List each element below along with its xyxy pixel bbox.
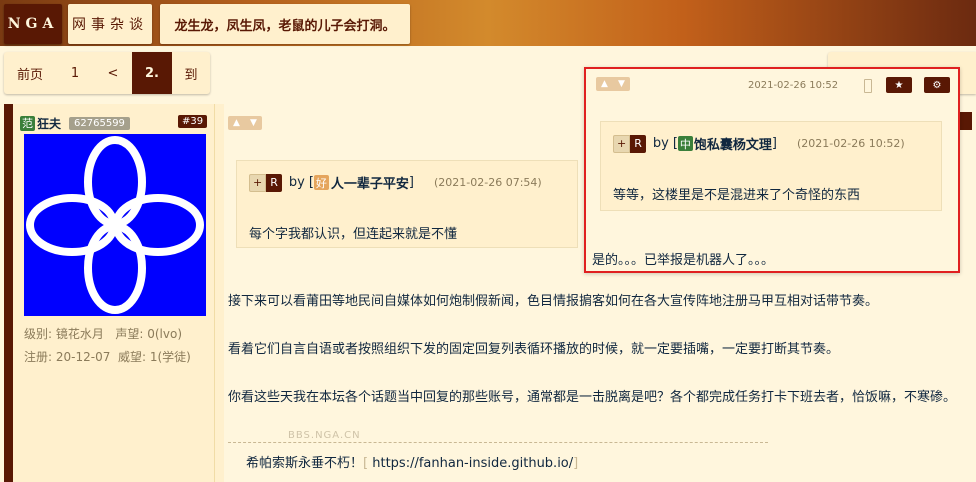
- prestige-value: 0(lvo): [147, 327, 182, 341]
- quote-user-name[interactable]: 人一辈子平安: [331, 173, 409, 192]
- quote-plus-button[interactable]: +: [249, 173, 267, 192]
- popup-quote-user-name[interactable]: 饱私囊杨文理: [694, 134, 772, 153]
- user-info-line-1: 级别: 镜花水月 声望: 0(lvo): [24, 325, 182, 342]
- watermark: BBS.NGA.CN: [288, 430, 361, 441]
- quote-reply-button[interactable]: R: [266, 173, 282, 192]
- pager-first-button[interactable]: 前页: [4, 52, 56, 94]
- quote-header: + R by [ 好 人一辈子平安 ] (2021-02-26 07:54): [249, 173, 542, 192]
- thumbs-down-icon[interactable]: ▼: [250, 118, 257, 128]
- popup-quote-plus-button[interactable]: +: [613, 134, 631, 153]
- pager-prev-button[interactable]: <: [94, 52, 132, 94]
- popup-quote-reply-button[interactable]: R: [630, 134, 646, 153]
- authority-label: 威望:: [117, 350, 147, 364]
- user-badge: 范: [20, 115, 35, 131]
- popup-reply-text: 是的。。。已举报是机器人了。。。: [592, 253, 775, 268]
- settings-button[interactable]: ⚙: [924, 77, 950, 93]
- pager-current-page[interactable]: 2.: [132, 52, 172, 94]
- signature-link[interactable]: https://fanhan-inside.github.io/: [372, 456, 573, 471]
- avatar[interactable]: [24, 134, 206, 316]
- user-pane: 范 狂夫 62765599 #39 级别: 镜花水月 声望: 0(lvo) 注册…: [14, 104, 215, 482]
- avatar-clover-icon: [26, 136, 204, 314]
- favorite-button[interactable]: ★: [886, 77, 912, 93]
- popup-quote-text: 等等，这楼里是不是混进来了个奇怪的东西: [613, 188, 861, 203]
- signature-divider: [228, 442, 768, 443]
- popup-quote-box: + R by [ 中 饱私囊杨文理 ] (2021-02-26 10:52) 等…: [600, 121, 942, 211]
- quote-box: + R by [ 好 人一辈子平安 ] (2021-02-26 07:54) 每…: [236, 160, 578, 248]
- quote-text: 每个字我都认识，但连起来就是不懂: [249, 227, 458, 242]
- user-info-line-2: 注册: 20-12-07 威望: 1(学徒): [24, 348, 191, 365]
- popup-thumbs-up-icon[interactable]: ▲: [601, 79, 608, 89]
- pager-goto-button[interactable]: 到: [172, 52, 210, 94]
- popup-quote-user-badge: 中: [677, 136, 693, 151]
- thumbs-up-icon[interactable]: ▲: [233, 118, 240, 128]
- breadcrumb-forum[interactable]: 网事杂谈: [68, 4, 152, 44]
- popup-vote-buttons[interactable]: ▲ ▼: [596, 77, 630, 91]
- post-paragraph-1: 接下来可以看莆田等地民间自媒体如何炮制假新闻，色目情报掮客如何在各大宣传阵地注册…: [228, 294, 879, 309]
- signature: 希帕索斯永垂不朽！[ https://fanhan-inside.github.…: [246, 452, 578, 471]
- register-value: 20-12-07: [55, 350, 111, 364]
- post-paragraph-3: 你看这些天我在本坛各个话题当中回复的那些账号，通常都是一击脱离是吧？各个都完成任…: [228, 390, 957, 405]
- mobile-icon: [864, 79, 872, 93]
- thread-title[interactable]: 龙生龙，凤生凤，老鼠的儿子会打洞。: [160, 4, 410, 44]
- user-id[interactable]: 62765599: [69, 116, 130, 130]
- popup-quote-header: + R by [ 中 饱私囊杨文理 ] (2021-02-26 10:52): [613, 134, 905, 153]
- reply-preview-popup: ▲ ▼ 2021-02-26 10:52 ★ ⚙ + R by [ 中 饱私囊杨…: [584, 67, 960, 273]
- register-label: 注册:: [24, 350, 53, 364]
- popup-thumbs-down-icon[interactable]: ▼: [618, 79, 625, 89]
- authority-value: 1(学徒): [149, 350, 191, 364]
- right-edge-marker: [960, 112, 972, 130]
- signature-text: 希帕索斯永垂不朽！: [246, 456, 364, 471]
- popup-quote-by: by: [652, 136, 669, 151]
- nga-logo[interactable]: NGA: [4, 4, 62, 44]
- quote-bracket-close: ]: [408, 175, 414, 190]
- prestige-label: 声望:: [115, 327, 144, 341]
- quote-date: (2021-02-26 07:54): [434, 176, 542, 189]
- level-label: 级别:: [24, 327, 53, 341]
- post-paragraph-2: 看着它们自言自语或者按照组织下发的固定回复列表循环播放的时候，就一定要插嘴，一定…: [228, 342, 840, 357]
- vote-buttons[interactable]: ▲ ▼: [228, 116, 262, 130]
- pager-page-1-button[interactable]: 1: [56, 52, 94, 94]
- pager: 前页 1 < 2. 到: [4, 52, 210, 94]
- user-name[interactable]: 狂夫: [37, 115, 61, 132]
- level-value: 镜花水月: [55, 327, 104, 341]
- signature-bracket-close: ]: [573, 456, 579, 471]
- signature-bracket-open: [: [363, 456, 369, 471]
- quote-by: by: [288, 175, 305, 190]
- popup-quote-bracket-close: ]: [771, 136, 777, 151]
- popup-quote-date: (2021-02-26 10:52): [797, 137, 905, 150]
- quote-user-badge: 好: [313, 175, 329, 190]
- floor-number[interactable]: #39: [178, 115, 208, 128]
- post-left-bar: [4, 104, 13, 482]
- popup-date: 2021-02-26 10:52: [748, 80, 839, 91]
